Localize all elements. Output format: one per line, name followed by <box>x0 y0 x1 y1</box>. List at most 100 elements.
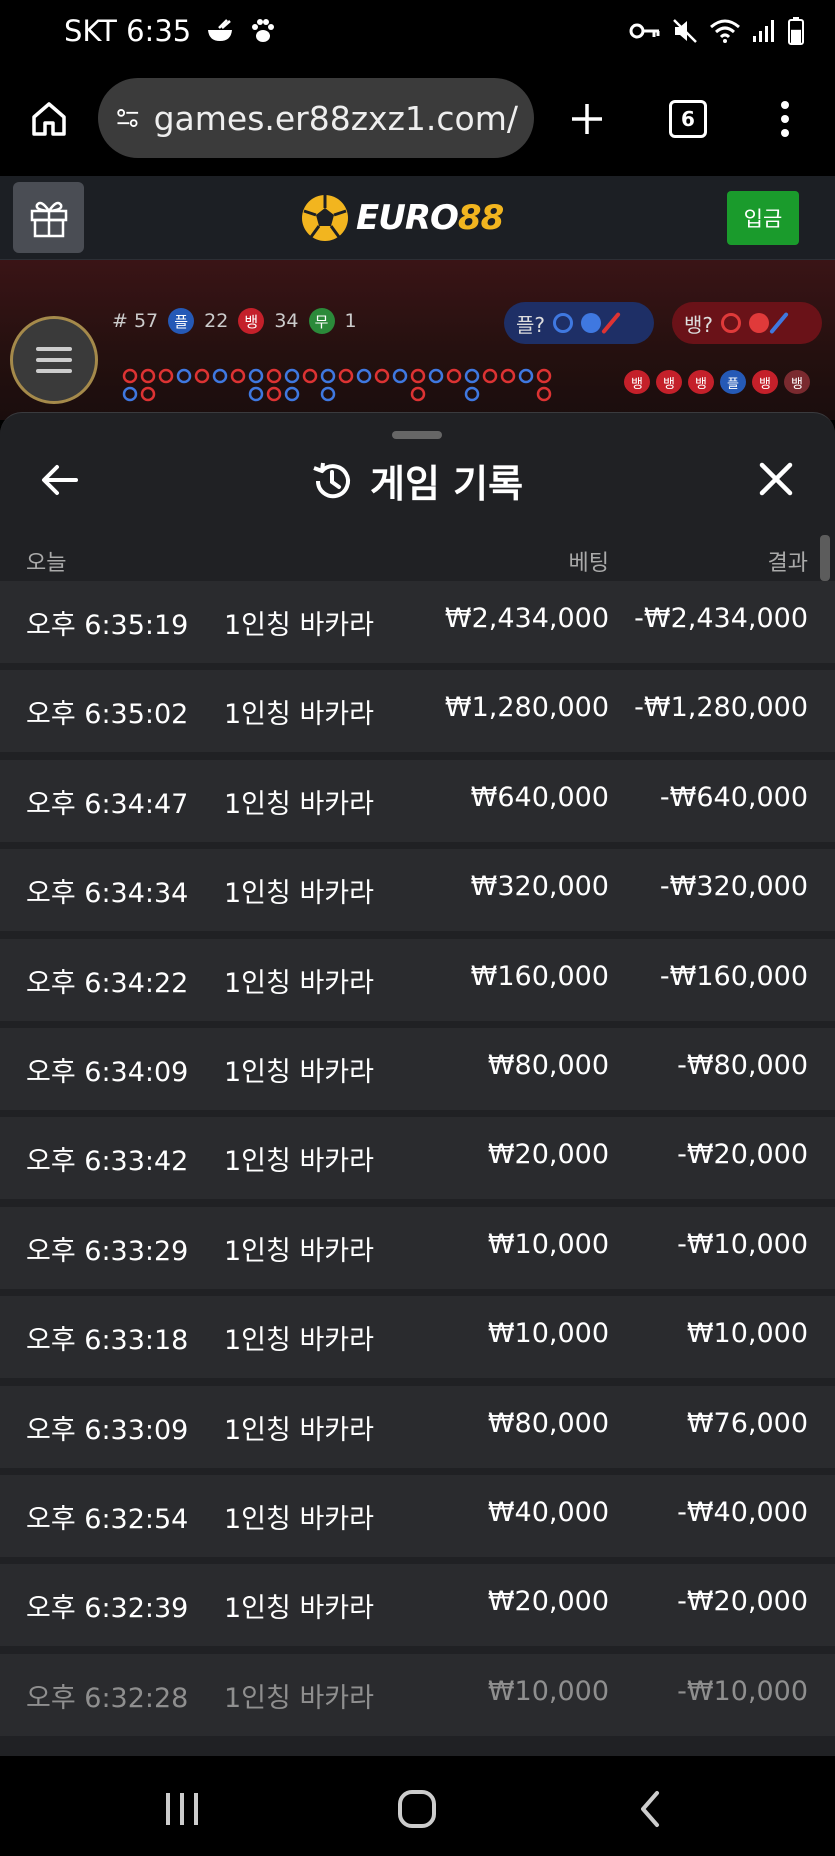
history-row[interactable]: 오후 6:33:29 1인칭 바카라 ₩10,000 -₩10,000 <box>0 1206 835 1289</box>
close-button[interactable] <box>750 453 802 505</box>
game-area: # 57 플 22 뱅 34 무 1 플? 뱅? 뱅 뱅 뱅 플 뱅 뱅 <box>0 260 835 420</box>
row-game: 1인칭 바카라 <box>224 1503 374 1535</box>
row-time: 오후 6:32:28 <box>26 1682 189 1714</box>
row-result: -₩640,000 <box>659 781 808 813</box>
sheet-header: 게임 기록 <box>0 433 835 533</box>
history-row[interactable]: 오후 6:32:54 1인칭 바카라 ₩40,000 -₩40,000 <box>0 1474 835 1557</box>
row-result: ₩76,000 <box>686 1407 808 1439</box>
back-nav-button[interactable] <box>620 1784 680 1834</box>
history-row[interactable]: 오후 6:34:22 1인칭 바카라 ₩160,000 -₩160,000 <box>0 938 835 1021</box>
col-result: 결과 <box>767 551 808 576</box>
road-chip: 뱅 <box>784 370 810 394</box>
row-time: 오후 6:32:39 <box>26 1593 189 1625</box>
history-icon <box>313 462 350 498</box>
player-badge: 플 <box>168 308 195 334</box>
row-bet: ₩320,000 <box>470 871 609 903</box>
row-game: 1인칭 바카라 <box>224 1682 374 1714</box>
row-game: 1인칭 바카라 <box>224 1593 374 1625</box>
row-bet: ₩80,000 <box>487 1407 609 1439</box>
row-result: -₩2,434,000 <box>634 603 808 634</box>
row-result: -₩320,000 <box>659 871 808 903</box>
road-chip: 뱅 <box>624 370 650 394</box>
battery-icon <box>788 17 804 45</box>
banker-badge: 뱅 <box>238 308 265 334</box>
tune-icon[interactable] <box>116 103 140 133</box>
home-nav-button[interactable] <box>387 1784 447 1834</box>
chevron-left-icon <box>641 1791 659 1827</box>
recents-button[interactable] <box>152 1784 212 1834</box>
row-game: 1인칭 바카라 <box>224 1414 374 1446</box>
history-row[interactable]: 오후 6:34:09 1인칭 바카라 ₩80,000 -₩80,000 <box>0 1027 835 1110</box>
road-chip: 뱅 <box>688 370 714 394</box>
row-bet: ₩10,000 <box>487 1228 609 1260</box>
history-row[interactable]: 오후 6:35:19 1인칭 바카라 ₩2,434,000 -₩2,434,000 <box>0 581 835 663</box>
row-time: 오후 6:34:22 <box>26 967 189 999</box>
row-time: 오후 6:33:29 <box>26 1235 189 1267</box>
home-icon <box>32 102 66 136</box>
tab-switcher-button[interactable]: 6 <box>666 92 710 146</box>
sheet-title: 게임 기록 <box>310 453 523 508</box>
row-game: 1인칭 바카라 <box>224 1235 374 1267</box>
more-menu-button[interactable] <box>770 92 800 146</box>
tie-count: 1 <box>344 310 357 332</box>
home-circle-icon <box>398 1790 436 1828</box>
road-chip: 뱅 <box>656 370 682 394</box>
history-row[interactable]: 오후 6:33:42 1인칭 바카라 ₩20,000 -₩20,000 <box>0 1117 835 1200</box>
row-result: -₩20,000 <box>677 1586 808 1618</box>
round-number: # 57 <box>112 310 159 332</box>
dot-icon <box>581 313 602 333</box>
game-menu-button[interactable] <box>10 316 98 404</box>
browser-toolbar: games.er88zxz1.com/ 6 <box>0 62 835 176</box>
col-bet: 베팅 <box>568 551 609 576</box>
status-bar: SKT 6:35 <box>0 0 835 62</box>
signal-icon <box>753 20 774 42</box>
euro88-logo[interactable]: EURO88 <box>300 188 504 248</box>
row-result: -₩10,000 <box>677 1675 808 1707</box>
back-button[interactable] <box>34 455 84 505</box>
wifi-icon <box>710 19 740 43</box>
col-date: 오늘 <box>26 551 67 576</box>
key-icon <box>629 23 660 39</box>
history-row[interactable]: 오후 6:33:09 1인칭 바카라 ₩80,000 ₩76,000 <box>0 1385 835 1468</box>
soccer-ball-icon <box>302 195 348 241</box>
logo-text: EURO88 <box>356 198 504 238</box>
row-time: 오후 6:33:18 <box>26 1325 189 1357</box>
row-result: -₩80,000 <box>677 1049 808 1081</box>
ring-icon <box>721 313 742 333</box>
row-bet: ₩160,000 <box>470 960 609 992</box>
player-predict-label: 플? <box>516 312 546 337</box>
road-chip: 플 <box>720 370 746 394</box>
plus-icon <box>572 104 602 134</box>
url-text: games.er88zxz1.com/ <box>153 98 518 138</box>
scrollbar[interactable] <box>820 535 830 581</box>
home-button[interactable] <box>26 92 72 146</box>
history-row[interactable]: 오후 6:34:34 1인칭 바카라 ₩320,000 -₩320,000 <box>0 849 835 932</box>
round-stats: # 57 플 22 뱅 34 무 1 <box>112 308 357 334</box>
history-row[interactable]: 오후 6:34:47 1인칭 바카라 ₩640,000 -₩640,000 <box>0 759 835 842</box>
row-result: -₩1,280,000 <box>634 692 808 724</box>
row-time: 오후 6:35:02 <box>26 699 189 731</box>
row-time: 오후 6:34:09 <box>26 1056 189 1088</box>
row-time: 오후 6:33:09 <box>26 1414 189 1446</box>
new-tab-button[interactable] <box>562 92 612 146</box>
gift-button[interactable] <box>13 182 84 253</box>
row-time: 오후 6:32:54 <box>26 1503 189 1535</box>
site-header: EURO88 입금 <box>0 176 835 260</box>
history-row[interactable]: 오후 6:35:02 1인칭 바카라 ₩1,280,000 -₩1,280,000 <box>0 670 835 753</box>
address-bar[interactable]: games.er88zxz1.com/ <box>98 78 534 158</box>
banker-predict-pill[interactable]: 뱅? <box>672 302 822 344</box>
banker-predict-label: 뱅? <box>684 312 714 337</box>
history-row[interactable]: 오후 6:32:28 1인칭 바카라 ₩10,000 -₩10,000 <box>0 1653 835 1736</box>
gift-icon <box>30 201 67 237</box>
row-bet: ₩2,434,000 <box>444 603 609 634</box>
deposit-button[interactable]: 입금 <box>727 191 799 245</box>
bead-road <box>122 368 552 402</box>
row-game: 1인칭 바카라 <box>224 1056 374 1088</box>
row-game: 1인칭 바카라 <box>224 610 374 641</box>
player-predict-pill[interactable]: 플? <box>504 302 654 344</box>
banker-count: 34 <box>274 310 299 332</box>
carrier-time: SKT 6:35 <box>64 14 192 48</box>
history-row[interactable]: 오후 6:33:18 1인칭 바카라 ₩10,000 ₩10,000 <box>0 1296 835 1379</box>
history-row[interactable]: 오후 6:32:39 1인칭 바카라 ₩20,000 -₩20,000 <box>0 1564 835 1647</box>
bowl-icon <box>208 19 233 41</box>
